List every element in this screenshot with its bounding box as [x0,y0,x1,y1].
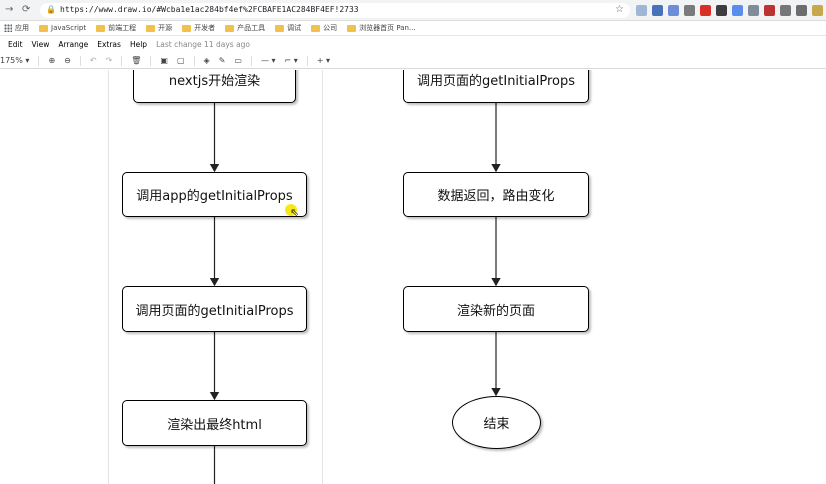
apps-grid-icon [4,24,12,32]
drawio-menubar: Edit View Arrange Extras Help Last chang… [0,37,826,51]
folder-icon [225,24,235,32]
folder-icon [275,24,285,32]
node-render-new-page[interactable]: 渲染新的页面 [403,286,589,332]
zoom-out-icon[interactable]: ⊖ [64,56,71,66]
folder-icon [146,24,156,32]
menu-view[interactable]: View [32,40,50,49]
bookmark-item[interactable]: 应用 [4,23,29,33]
shadow-icon[interactable]: ▭ [234,56,242,66]
toolbar-divider [250,55,252,66]
node-page-getinitialprops[interactable]: 调用页面的getInitialProps [122,286,307,332]
node-data-return-route-change[interactable]: 数据返回，路由变化 [403,172,589,217]
extension-icon[interactable] [636,5,647,16]
bookmark-label: 产品工具 [237,24,266,32]
bookmark-item[interactable]: 公司 [311,23,337,33]
extension-icon[interactable] [668,5,679,16]
node-right-page-getinitialprops[interactable]: 调用页面的getInitialProps [403,70,589,103]
menu-edit[interactable]: Edit [8,40,23,49]
node-app-getinitialprops[interactable]: 调用app的getInitialProps [122,172,307,217]
forward-arrow-icon[interactable]: → [5,4,13,16]
extension-icon[interactable] [764,5,775,16]
extension-icon[interactable] [684,5,695,16]
browser-address-bar: → ⟳ 🔒 https://www.draw.io/#Wcba1e1ac284b… [0,0,826,21]
bookmark-label: 应用 [15,24,29,32]
toolbar-divider [193,55,195,66]
bookmark-label: 调试 [287,24,302,32]
extension-icon[interactable] [780,5,791,16]
menu-help[interactable]: Help [130,40,147,49]
bookmark-label: 浏览器首页 Pan... [359,24,416,32]
node-label: 渲染出最终html [167,417,262,433]
node-label: 结束 [483,417,510,432]
folder-icon [96,24,106,32]
drawio-toolbar: 175% ▾ ⊕ ⊖ ↶ ↷ 🗑 ▣ ▢ ◈ ✎ ▭ — ▾ ⌐ ▾ + ▾ [0,53,826,69]
toolbar-divider [38,55,40,66]
node-label: 调用app的getInitialProps [136,189,293,204]
folder-icon [311,24,321,32]
bookmark-item[interactable]: 开源 [146,23,172,33]
menu-extras[interactable]: Extras [97,40,121,49]
bookmark-item[interactable]: 前端工程 [96,23,136,33]
zoom-in-icon[interactable]: ⊕ [48,56,55,66]
to-back-icon[interactable]: ▢ [177,56,185,66]
connection-style-icon[interactable]: — ▾ [261,56,276,66]
fill-color-icon[interactable]: ◈ [204,56,210,66]
extension-icon[interactable] [700,5,711,16]
menu-arrange[interactable]: Arrange [58,40,88,49]
bookmark-label: 开发者 [194,24,216,32]
extension-icon[interactable] [652,5,663,16]
zoom-select[interactable]: 175% ▾ [0,56,29,66]
reload-icon[interactable]: ⟳ [22,4,30,16]
extension-icon[interactable] [748,5,759,16]
line-color-icon[interactable]: ✎ [219,56,226,66]
node-label: 调用页面的getInitialProps [135,303,294,319]
bookmark-label: JavaScript [51,24,87,32]
bookmarks-bar: 应用 JavaScript 前端工程 开源 开发者 产品工具 调试 公司 浏览器首页 Pan..… [0,21,826,36]
node-label: 渲染新的页面 [456,303,535,319]
toolbar-divider [79,55,81,66]
toolbar-divider [150,55,152,66]
bookmark-item[interactable]: 开发者 [182,23,215,33]
node-render-final-html[interactable]: 渲染出最终html [122,400,307,446]
url-text: https://www.draw.io/#Wcba1e1ac284bf4ef%2… [60,5,359,14]
mouse-cursor-icon: ⇖ [290,206,300,219]
redo-icon[interactable]: ↷ [106,56,113,66]
zoom-value: 175% [0,55,23,65]
bookmark-item[interactable]: 产品工具 [225,23,265,33]
bookmark-item[interactable]: 调试 [275,23,301,33]
bookmark-label: 公司 [323,24,338,32]
node-end[interactable]: 结束 [452,396,541,449]
toolbar-divider [121,55,123,66]
undo-icon[interactable]: ↶ [90,56,97,66]
extension-icon[interactable] [812,5,823,16]
node-label: 数据返回，路由变化 [437,189,555,204]
bookmark-star-icon[interactable]: ☆ [615,4,624,15]
diagram-canvas[interactable]: nextjs开始渲染 调用app的getInitialProps 调用页面的ge… [0,70,826,484]
to-front-icon[interactable]: ▣ [160,56,168,66]
url-field[interactable]: 🔒 https://www.draw.io/#Wcba1e1ac284bf4ef… [40,3,630,18]
extension-icon[interactable] [732,5,743,16]
bookmark-label: 开源 [158,24,173,32]
delete-icon[interactable]: 🗑 [131,56,141,66]
waypoints-icon[interactable]: ⌐ ▾ [285,56,298,66]
toolbar-divider [306,55,308,66]
bookmark-item[interactable]: JavaScript [39,24,86,32]
node-label: nextjs开始渲染 [168,74,261,89]
bookmark-item[interactable]: 浏览器首页 Pan... [347,23,416,33]
insert-icon[interactable]: + ▾ [317,56,330,66]
folder-icon [39,24,48,32]
folder-icon [182,24,192,32]
extension-icons [636,5,826,16]
folder-icon [347,24,357,32]
node-label: 调用页面的getInitialProps [417,74,575,89]
lock-icon: 🔒 [46,5,56,14]
node-nextjs-start[interactable]: nextjs开始渲染 [133,70,296,103]
last-change-text: Last change 11 days ago [156,39,251,49]
bookmark-label: 前端工程 [108,24,137,32]
extension-icon[interactable] [716,5,727,16]
extension-icon[interactable] [796,5,807,16]
